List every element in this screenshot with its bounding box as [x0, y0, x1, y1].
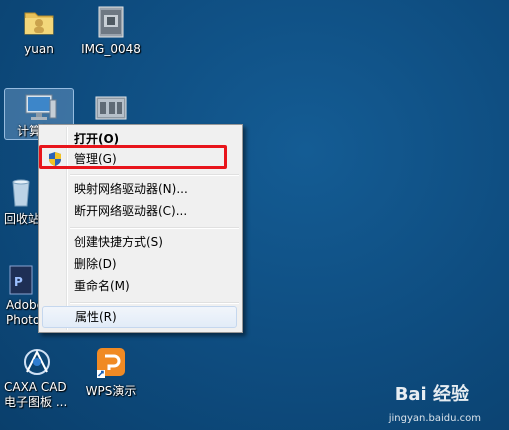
- caxa-icon: [20, 346, 52, 378]
- desktop-icon-label-line: Adobe: [6, 298, 44, 312]
- menu-item-label: 删除(D): [74, 257, 117, 271]
- desktop-icon-wps-presentation[interactable]: WPS演示: [76, 346, 146, 399]
- menu-item-label: 创建快捷方式(S): [74, 235, 163, 249]
- menu-item-label: 映射网络驱动器(N)...: [74, 182, 188, 196]
- desktop-icon-label: yuan: [24, 42, 54, 56]
- svg-text:P: P: [14, 275, 23, 289]
- wps-presentation-icon: [95, 346, 127, 378]
- desktop[interactable]: yuan IMG_0048 计算机 回收站 P Adobe CAXA CAD 电…: [0, 0, 509, 430]
- desktop-icon-label: CAXA CAD 电子图板 ...: [0, 380, 72, 410]
- computer-icon: [23, 92, 57, 124]
- baidu-jingyan-watermark: Bai 经验: [394, 384, 469, 405]
- desktop-icon-label-line: CAXA CAD: [4, 380, 67, 394]
- desktop-icon-label-line: 电子图板 ...: [4, 395, 68, 409]
- desktop-icon-yuan[interactable]: yuan: [4, 6, 74, 57]
- menu-item-disconnect-network-drive[interactable]: 断开网络驱动器(C)...: [42, 201, 237, 221]
- desktop-icon-recycle-bin[interactable]: 回收站: [0, 176, 42, 227]
- annotation-highlight-box: [39, 145, 227, 169]
- menu-item-label: 重命名(M): [74, 279, 130, 293]
- image-file-icon: [95, 94, 127, 126]
- desktop-icon-image-thumbnail[interactable]: [76, 94, 146, 126]
- desktop-icon-label: 回收站: [4, 212, 41, 226]
- menu-separator: [70, 174, 239, 176]
- menu-item-properties[interactable]: 属性(R): [42, 306, 237, 328]
- desktop-icon-label-line: Photoshop: [6, 313, 69, 328]
- image-file-icon: [95, 6, 127, 38]
- menu-item-delete[interactable]: 删除(D): [42, 254, 237, 274]
- menu-item-label: 属性(R): [75, 310, 117, 324]
- photoshop-icon: P: [5, 264, 37, 296]
- desktop-icon-label: Adobe Photoshop: [0, 298, 69, 328]
- menu-item-create-shortcut[interactable]: 创建快捷方式(S): [42, 232, 237, 252]
- desktop-icon-img-0048[interactable]: IMG_0048: [76, 6, 146, 57]
- menu-item-label: 断开网络驱动器(C)...: [74, 204, 188, 218]
- desktop-icon-caxa[interactable]: CAXA CAD 电子图板 ...: [0, 346, 72, 410]
- menu-separator: [70, 227, 239, 229]
- menu-item-map-network-drive[interactable]: 映射网络驱动器(N)...: [42, 179, 237, 199]
- desktop-icon-photoshop[interactable]: P Adobe Photoshop: [0, 264, 69, 328]
- menu-separator: [70, 302, 239, 304]
- folder-icon: [23, 6, 55, 38]
- recycle-bin-icon: [5, 176, 37, 208]
- menu-item-rename[interactable]: 重命名(M): [42, 276, 237, 296]
- desktop-icon-label: IMG_0048: [81, 42, 141, 56]
- watermark-url: jingyan.baidu.com: [388, 413, 481, 424]
- desktop-icon-label: WPS演示: [85, 384, 137, 398]
